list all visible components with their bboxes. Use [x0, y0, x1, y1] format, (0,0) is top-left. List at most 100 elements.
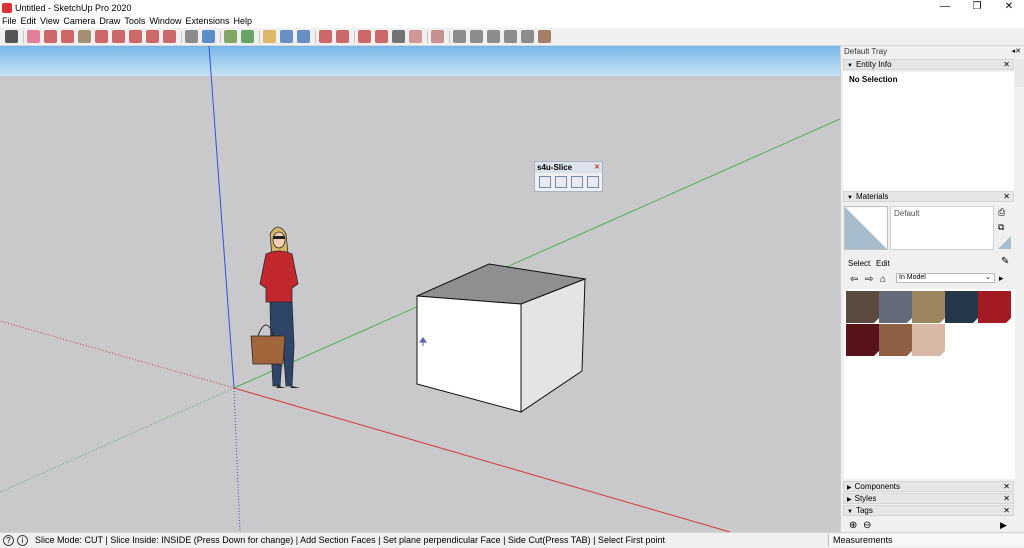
zoom-extents-icon[interactable]	[297, 30, 310, 43]
style-icon-1[interactable]	[431, 30, 444, 43]
material-swatch[interactable]	[912, 324, 945, 356]
tags-title: Tags	[855, 506, 873, 515]
toolbar-separator	[427, 31, 428, 43]
default-material-icon[interactable]	[998, 236, 1011, 249]
material-swatch[interactable]	[912, 291, 945, 323]
components-close-icon[interactable]: ✕	[1003, 482, 1010, 492]
details-arrow-icon[interactable]: ▸	[999, 273, 1004, 284]
menu-draw[interactable]: Draw	[97, 15, 122, 28]
material-swatch[interactable]	[846, 324, 879, 356]
menu-tools[interactable]: Tools	[122, 15, 147, 28]
scale-icon[interactable]	[163, 30, 176, 43]
offset-icon[interactable]	[112, 30, 125, 43]
style-icon-2[interactable]	[453, 30, 466, 43]
tags-header[interactable]: ▼ Tags ✕	[843, 505, 1014, 516]
material-name-field[interactable]: Default	[890, 206, 994, 250]
tag-details-icon[interactable]: ▶	[1000, 520, 1007, 531]
zoom-icon[interactable]	[280, 30, 293, 43]
toolbar-separator	[354, 31, 355, 43]
remove-tag-icon[interactable]: ⊖	[863, 520, 871, 531]
text-icon[interactable]	[202, 30, 215, 43]
back-arrow-icon[interactable]: ⇦	[850, 274, 858, 285]
s4u-slice-close-icon[interactable]: ✕	[594, 162, 600, 173]
menu-help[interactable]: Help	[231, 15, 254, 28]
chevron-down-icon: ⌄	[985, 274, 991, 281]
pan-icon[interactable]	[263, 30, 276, 43]
move-icon[interactable]	[129, 30, 142, 43]
styles-header[interactable]: ▶ Styles ✕	[843, 493, 1014, 504]
entity-info-header[interactable]: ▼ Entity Info ✕	[843, 59, 1014, 70]
help-icon[interactable]: ?	[3, 535, 14, 546]
modeling-viewport[interactable]: s4u-Slice ✕	[0, 46, 840, 532]
materials-select-tab[interactable]: Select	[848, 259, 870, 268]
rotate-icon[interactable]	[146, 30, 159, 43]
eraser-icon[interactable]	[27, 30, 40, 43]
select-icon[interactable]	[5, 30, 18, 43]
expand-arrow-icon: ▶	[847, 497, 852, 503]
toolbar-separator	[315, 31, 316, 43]
styles-close-icon[interactable]: ✕	[1003, 494, 1010, 504]
styles-title: Styles	[854, 494, 877, 503]
create-material-icon[interactable]: ⎙	[998, 207, 1005, 218]
menu-camera[interactable]: Camera	[61, 15, 97, 28]
material-swatch[interactable]	[879, 291, 912, 323]
collection-select[interactable]: In Model ⌄	[896, 273, 995, 283]
menu-edit[interactable]: Edit	[19, 15, 39, 28]
layout-icon[interactable]	[358, 30, 371, 43]
components-header[interactable]: ▶ Components ✕	[843, 481, 1014, 492]
tags-close-icon[interactable]: ✕	[1003, 506, 1010, 516]
menu-view[interactable]: View	[38, 15, 61, 28]
tape-measure-icon[interactable]	[185, 30, 198, 43]
line-icon[interactable]	[44, 30, 57, 43]
slice-section-button[interactable]	[571, 176, 583, 188]
minimize-button[interactable]: —	[930, 0, 960, 15]
info-icon[interactable]: i	[17, 535, 28, 546]
account-icon[interactable]	[392, 30, 405, 43]
sample-paint-icon[interactable]: ⧉	[998, 222, 1004, 233]
extension-warehouse-icon[interactable]	[336, 30, 349, 43]
materials-header[interactable]: ▼ Materials ✕	[843, 191, 1014, 202]
push-pull-icon[interactable]	[95, 30, 108, 43]
slice-inside-button[interactable]	[555, 176, 567, 188]
material-swatch[interactable]	[846, 291, 879, 323]
material-swatch[interactable]	[978, 291, 1011, 323]
sky	[0, 46, 840, 76]
section-plane-icon[interactable]	[409, 30, 422, 43]
style-icon-7[interactable]	[538, 30, 551, 43]
forward-arrow-icon[interactable]: ⇨	[865, 274, 873, 285]
scene-canvas[interactable]	[0, 46, 840, 532]
close-button[interactable]: ✕	[994, 0, 1024, 15]
eyedropper-icon[interactable]: ✎	[1001, 256, 1009, 267]
menu-extensions[interactable]: Extensions	[183, 15, 231, 28]
material-swatch[interactable]	[879, 324, 912, 356]
shape-icon[interactable]	[78, 30, 91, 43]
materials-close-icon[interactable]: ✕	[1003, 192, 1010, 202]
menu-file[interactable]: File	[0, 15, 19, 28]
style-icon-4[interactable]	[487, 30, 500, 43]
style-icon-3[interactable]	[470, 30, 483, 43]
tray-pin-icon[interactable]: ◂✕	[1012, 47, 1021, 55]
paint-bucket-icon[interactable]	[224, 30, 237, 43]
measurements-box[interactable]: Measurements	[828, 534, 1024, 547]
material-swatch[interactable]	[945, 291, 978, 323]
style-icon-5[interactable]	[504, 30, 517, 43]
orbit-icon[interactable]	[241, 30, 254, 43]
toolbar-separator	[23, 31, 24, 43]
slice-cut-button[interactable]	[587, 176, 599, 188]
style-icon-6[interactable]	[521, 30, 534, 43]
ruby-icon[interactable]	[375, 30, 388, 43]
home-icon[interactable]: ⌂	[880, 274, 886, 285]
materials-edit-tab[interactable]: Edit	[876, 259, 890, 268]
add-tag-icon[interactable]: ⊕	[849, 520, 857, 531]
entity-info-close-icon[interactable]: ✕	[1003, 60, 1010, 70]
warehouse-icon[interactable]	[319, 30, 332, 43]
tags-toolbar: ⊕ ⊖ ▶	[843, 520, 1014, 532]
title-bar: Untitled - SketchUp Pro 2020 — ❐ ✕	[0, 0, 1024, 15]
menu-window[interactable]: Window	[147, 15, 183, 28]
arc-icon[interactable]	[61, 30, 74, 43]
slice-mode-button[interactable]	[539, 176, 551, 188]
maximize-button[interactable]: ❐	[962, 0, 992, 15]
s4u-slice-title: s4u-Slice ✕	[535, 162, 602, 173]
toolbar-separator	[181, 31, 182, 43]
tray-scrollbar[interactable]	[1015, 59, 1024, 87]
